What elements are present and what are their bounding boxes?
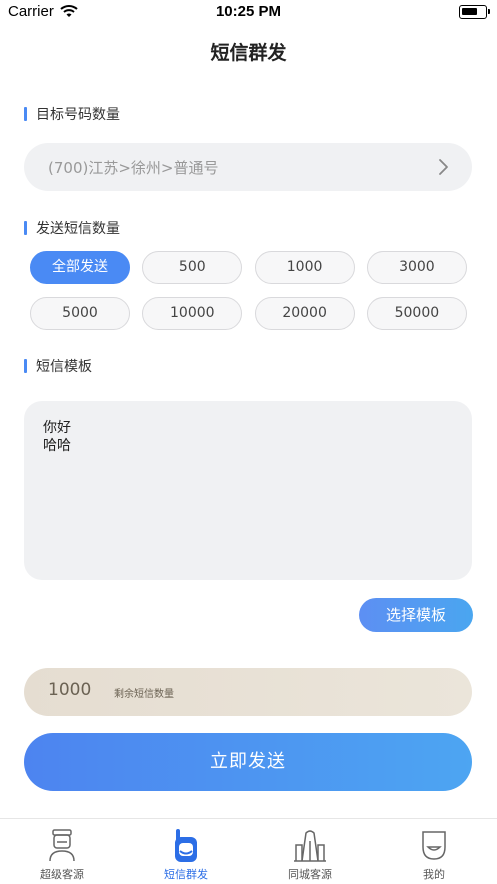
- quantity-option[interactable]: 5000: [30, 297, 130, 330]
- tab-super-leads[interactable]: 超级客源: [0, 819, 124, 884]
- remaining-count-panel: 1000 剩余短信数量: [24, 668, 472, 716]
- template-textarea[interactable]: 你好 哈哈: [24, 401, 472, 580]
- quantity-option[interactable]: 1000: [254, 251, 355, 284]
- target-value: (700)江苏>徐州>普通号: [48, 159, 219, 177]
- quantity-option[interactable]: 50000: [366, 297, 467, 330]
- quantity-option[interactable]: 3000: [366, 251, 467, 284]
- tab-bar: 超级客源 短信群发 同城客源 我的: [0, 818, 497, 883]
- quantity-option[interactable]: 10000: [142, 297, 243, 330]
- tab-label: 同城客源: [288, 868, 332, 881]
- tab-label: 超级客源: [40, 868, 84, 881]
- quantity-option[interactable]: 500: [142, 251, 243, 284]
- tab-local-leads[interactable]: 同城客源: [248, 819, 372, 884]
- target-selector[interactable]: (700)江苏>徐州>普通号: [24, 143, 472, 191]
- target-section-label: 目标号码数量: [24, 104, 120, 124]
- phone-icon: [175, 829, 197, 862]
- tab-label: 我的: [423, 868, 445, 881]
- remaining-count-label: 剩余短信数量: [114, 689, 174, 700]
- building-icon: [294, 830, 326, 862]
- tab-sms-broadcast[interactable]: 短信群发: [124, 819, 248, 884]
- remaining-count: 1000: [48, 680, 92, 700]
- quantity-option[interactable]: 20000: [254, 297, 355, 330]
- quantity-options: 全部发送 500 1000 3000 5000 10000 20000 50000: [30, 251, 467, 331]
- tab-label: 短信群发: [164, 868, 208, 881]
- page-title: 短信群发: [210, 42, 287, 64]
- tab-mine[interactable]: 我的: [372, 819, 496, 884]
- chevron-right-icon: [439, 159, 448, 175]
- face-icon: [422, 831, 446, 860]
- template-line: 你好: [43, 420, 71, 436]
- template-line: 哈哈: [43, 438, 71, 454]
- battery-icon: [459, 5, 490, 19]
- choose-template-button[interactable]: 选择模板: [359, 598, 473, 632]
- quantity-section-label: 发送短信数量: [24, 218, 120, 238]
- quantity-option[interactable]: 全部发送: [30, 251, 130, 284]
- person-icon: [49, 829, 75, 862]
- battery-level: [462, 8, 477, 15]
- template-section-label: 短信模板: [24, 356, 92, 376]
- status-bar: Carrier 10:25 PM: [0, 0, 497, 26]
- clock: 10:25 PM: [215, 3, 282, 20]
- send-now-button[interactable]: 立即发送: [24, 733, 472, 791]
